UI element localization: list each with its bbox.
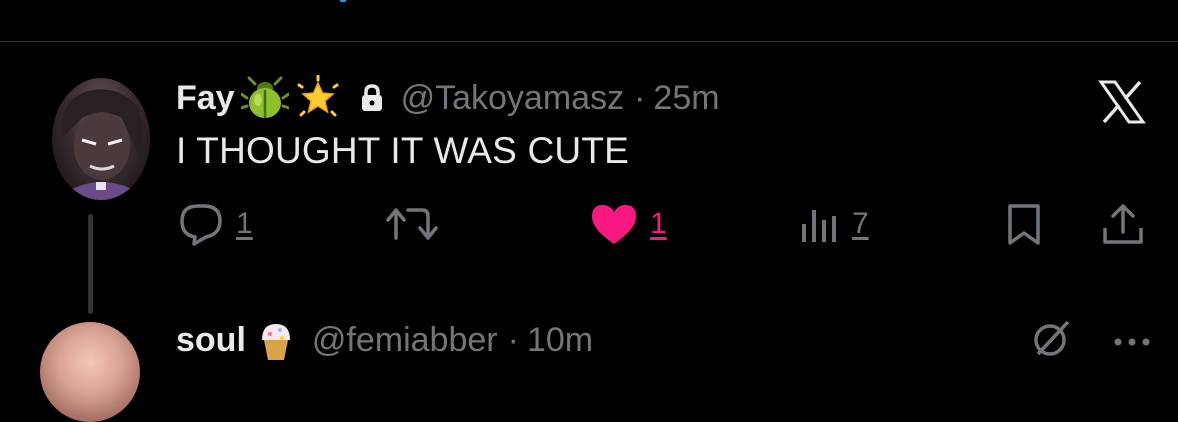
like-count: 1 [650, 207, 667, 240]
tweet-text: I THOUGHT IT WAS CUTE [176, 130, 630, 171]
avatar-illustration [61, 89, 144, 200]
user-handle[interactable]: @Takoyamasz [401, 79, 624, 118]
x-logo-icon [1098, 80, 1146, 124]
active-tab-indicator [340, 0, 346, 2]
display-name[interactable]: Fay [176, 79, 235, 118]
next-tweet-timestamp[interactable]: 10m [527, 321, 593, 360]
lock-icon [359, 83, 385, 113]
retweet-icon [386, 204, 438, 244]
like-button[interactable]: 1 [590, 200, 667, 248]
views-button[interactable]: 7 [800, 200, 869, 248]
beetle-emoji [239, 76, 291, 120]
heart-icon [590, 202, 638, 246]
bookmark-button[interactable] [1004, 200, 1044, 248]
retweet-button[interactable] [386, 200, 438, 248]
glowing-star-emoji [295, 74, 341, 121]
share-icon [1100, 202, 1146, 246]
thread-connector-line [88, 214, 93, 314]
bookmark-icon [1004, 202, 1044, 246]
analytics-icon [800, 204, 840, 244]
grok-icon[interactable] [1030, 318, 1072, 358]
reply-button[interactable]: 1 [178, 200, 253, 248]
share-button[interactable] [1100, 200, 1146, 248]
next-separator-dot: · [507, 320, 519, 359]
next-tweet-icons [1030, 318, 1152, 358]
separator-dot: · [634, 78, 646, 117]
next-display-name[interactable]: soul [176, 321, 246, 360]
tweet-header: Fay @Takoyamasz · 25m [176, 74, 720, 121]
avatar[interactable] [52, 78, 150, 200]
tweet-timestamp[interactable]: 25m [653, 79, 719, 118]
next-tweet-header: soul @femiabber · 10m [176, 318, 593, 362]
views-count: 7 [852, 207, 869, 240]
cupcake-emoji [254, 318, 298, 362]
divider [0, 41, 1178, 42]
next-user-handle[interactable]: @femiabber [312, 321, 498, 360]
more-options-icon[interactable] [1112, 318, 1152, 358]
reply-count: 1 [236, 207, 253, 240]
reply-icon [178, 202, 224, 246]
next-tweet-avatar[interactable] [40, 322, 140, 422]
